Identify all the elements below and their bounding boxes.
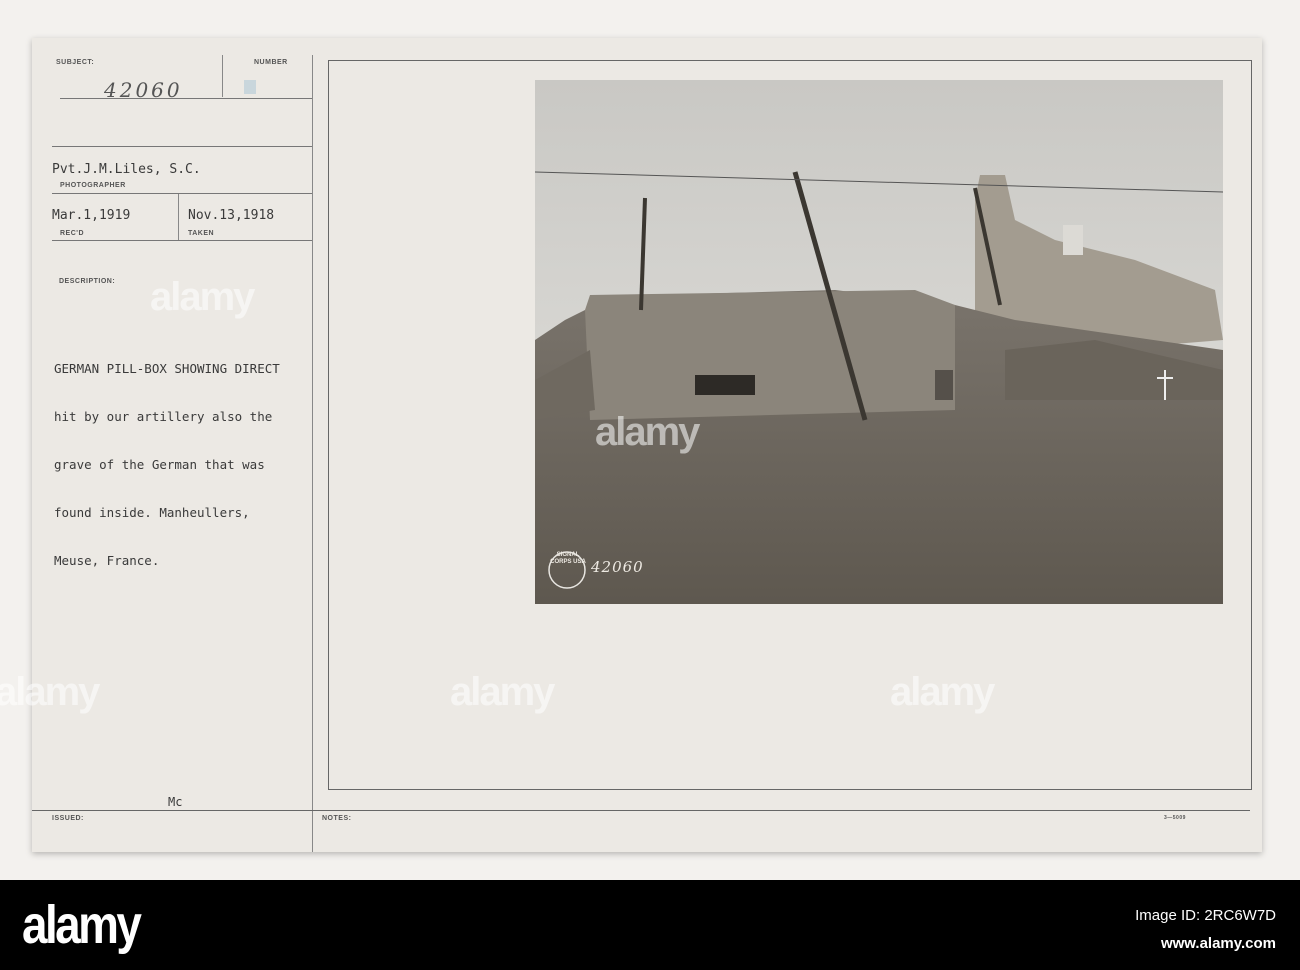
image-info: Image ID: 2RC6W7D www.alamy.com: [1135, 902, 1276, 958]
photo-stamp-number: 42060: [591, 558, 644, 576]
alamy-logo: alamy: [22, 895, 142, 955]
photographer-name: Pvt.J.M.Liles, S.C.: [52, 162, 201, 177]
watermark: alamy: [890, 670, 995, 714]
description-line: GERMAN PILL-BOX SHOWING DIRECT: [54, 361, 280, 376]
divider: [222, 55, 223, 97]
description-line: Meuse, France.: [54, 553, 160, 568]
watermark: alamy: [150, 275, 255, 319]
description-line: grave of the German that was: [54, 457, 265, 472]
site-link[interactable]: www.alamy.com: [1135, 930, 1276, 958]
divider: [52, 146, 312, 147]
issued-initials: Mc: [168, 795, 183, 809]
description-label: DESCRIPTION:: [59, 278, 116, 285]
divider: [60, 98, 312, 99]
subject-label: SUBJECT:: [56, 59, 95, 66]
watermark: alamy: [450, 670, 555, 714]
divider: [178, 194, 179, 240]
divider: [32, 810, 1250, 811]
divider: [52, 193, 312, 194]
image-id: Image ID: 2RC6W7D: [1135, 907, 1276, 924]
number-label: NUMBER: [254, 59, 288, 66]
issued-label: ISSUED:: [52, 815, 84, 822]
notes-label: NOTES:: [322, 815, 352, 822]
watermark-footer: alamy Image ID: 2RC6W7D www.alamy.com: [0, 880, 1300, 970]
received-label: REC'D: [60, 230, 84, 237]
divider: [52, 240, 312, 241]
received-date: Mar.1,1919: [52, 208, 131, 223]
number-mark: [244, 80, 256, 94]
photo-stamp-text: SIGNAL CORPS USA: [550, 552, 586, 565]
form-number: 3—5009: [1164, 815, 1186, 821]
description-line: hit by our artillery also the: [54, 409, 273, 424]
column-divider: [312, 55, 313, 852]
taken-date: Nov.13,1918: [188, 208, 275, 223]
taken-label: TAKEN: [188, 230, 215, 237]
watermark: alamy: [0, 670, 100, 714]
description-text: GERMAN PILL-BOX SHOWING DIRECT hit by ou…: [54, 329, 280, 601]
photo-bunker-scene: [535, 80, 1223, 604]
photograph: SIGNAL CORPS USA 42060: [535, 80, 1223, 604]
watermark: alamy: [595, 410, 700, 454]
photographer-label: PHOTOGRAPHER: [60, 182, 126, 189]
description-line: found inside. Manheullers,: [54, 505, 250, 520]
